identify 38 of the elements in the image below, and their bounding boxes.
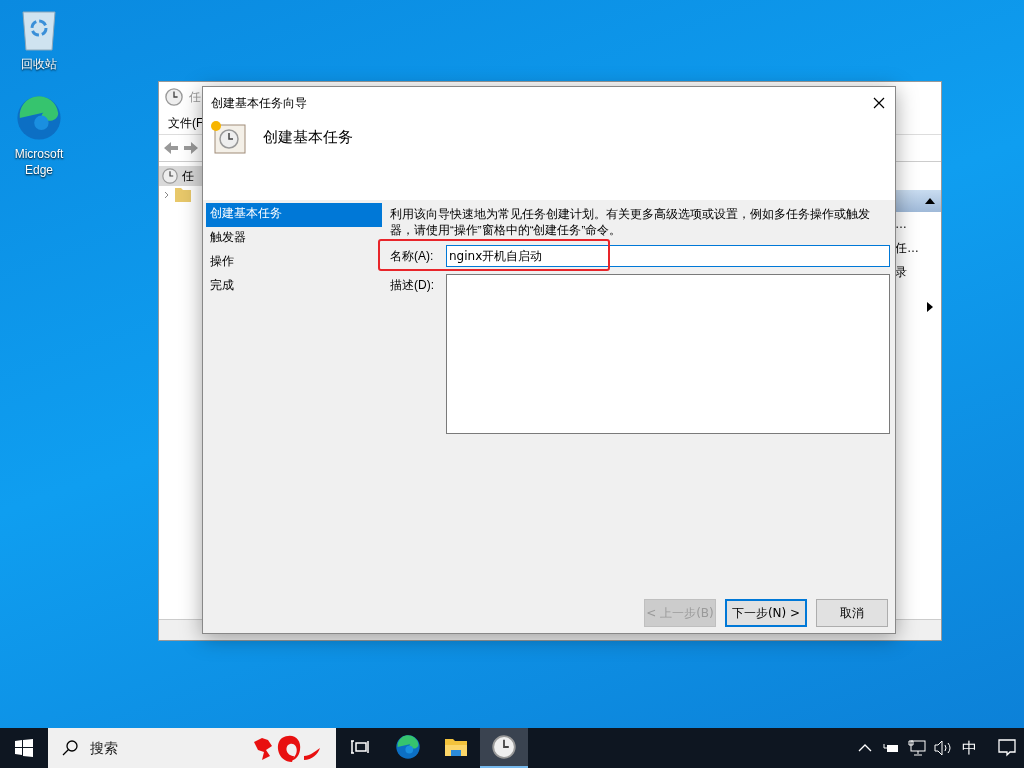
clock-icon: [162, 168, 178, 184]
action-item[interactable]: 任…: [895, 236, 941, 260]
wizard-button[interactable]: 取消: [816, 599, 888, 627]
wizard-heading: 创建基本任务: [263, 127, 353, 147]
wizard-step[interactable]: 创建基本任务: [206, 203, 382, 227]
input-method-indicator[interactable]: 中: [958, 728, 980, 768]
wizard-step[interactable]: 完成: [206, 275, 382, 299]
folder-icon: [163, 186, 193, 204]
folder-icon: [444, 737, 468, 757]
calendar-clock-icon: [209, 119, 249, 155]
clock-icon: [165, 88, 183, 106]
windows-icon: [15, 739, 33, 757]
forward-arrow-icon[interactable]: [183, 141, 199, 155]
name-label: 名称(A):: [390, 248, 435, 265]
action-item[interactable]: …: [895, 212, 941, 236]
tree-item[interactable]: 任: [159, 166, 203, 186]
submenu-arrow-icon[interactable]: [927, 302, 933, 312]
description-label: 描述(D):: [390, 277, 435, 294]
name-field[interactable]: nginx开机自启动: [446, 245, 890, 267]
wizard-button[interactable]: 下一步(N) >: [725, 599, 807, 627]
edge-icon: [15, 94, 63, 142]
back-arrow-icon[interactable]: [163, 141, 179, 155]
dialog-title: 创建基本任务向导: [211, 94, 307, 112]
clock-icon: [492, 735, 516, 759]
task-view-icon: [350, 739, 370, 755]
window-title: 任: [189, 88, 201, 106]
collapse-icon[interactable]: [925, 198, 935, 204]
edge-icon: [395, 734, 421, 760]
intro-text: 利用该向导快速地为常见任务创建计划。有关更多高级选项或设置，例如多任务操作或触发器，请使用“操作”窗格中的“创建任务”命令。: [390, 207, 871, 238]
search-icon: [62, 740, 78, 756]
search-field[interactable]: 搜索: [88, 739, 212, 757]
wizard-step[interactable]: 触发器: [206, 227, 382, 251]
action-item[interactable]: 录: [895, 260, 941, 284]
description-field[interactable]: [446, 274, 890, 434]
taskbar-app[interactable]: [480, 728, 528, 768]
close-icon: [873, 97, 885, 109]
recycle-bin-icon: [19, 8, 59, 52]
wizard-step[interactable]: 操作: [206, 251, 382, 275]
